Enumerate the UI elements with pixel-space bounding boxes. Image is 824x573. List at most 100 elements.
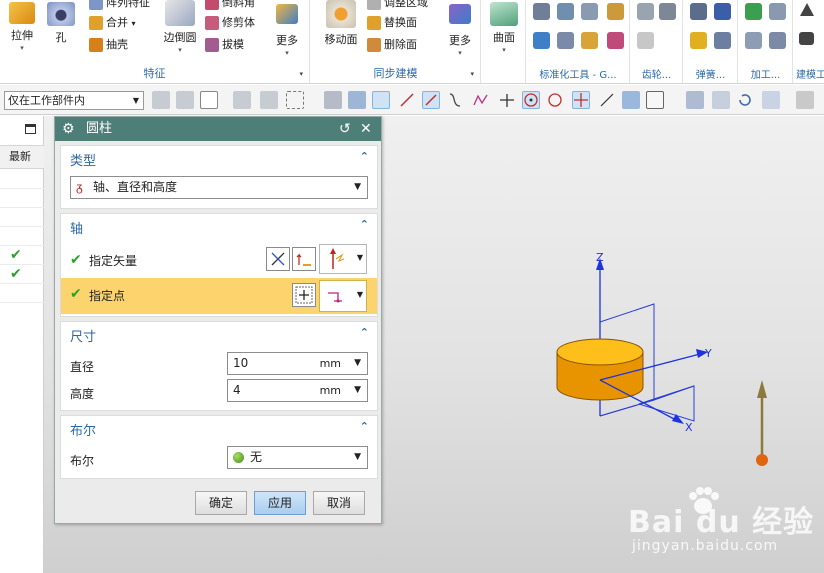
edge-blend-button[interactable]: 边倒圆 ▾ [160,0,200,54]
select-filter-icon[interactable] [200,91,218,109]
draft-button[interactable]: 拔模 [205,36,244,54]
standard-tool-icon[interactable] [557,32,574,49]
close-icon[interactable]: ✕ [360,117,372,141]
chevron-down-icon[interactable]: ▼ [354,353,361,374]
chevron-down-icon[interactable]: ▼ [354,380,361,401]
height-input[interactable]: 4 mm ▼ [227,379,368,402]
gear-tool-icon[interactable] [637,32,654,49]
specify-point-row[interactable]: ✔ 指定点 ▼ [61,278,377,314]
snap-curve-icon[interactable] [446,91,464,109]
standard-tool-icon[interactable] [533,32,550,49]
collapse-icon[interactable]: ⌃ [360,326,369,339]
delete-face-button[interactable]: 删除面 [367,36,417,54]
navigator-row[interactable] [0,227,44,246]
spring-tool-icon[interactable] [690,3,707,20]
navigator-row[interactable]: ✔ [0,265,44,284]
sync-more-button[interactable]: 更多 ▾ [443,0,477,57]
face-select-icon[interactable] [324,91,342,109]
machining-group-title[interactable]: 加工... [739,66,792,81]
refresh-icon[interactable] [736,91,754,109]
snap-tool-icon[interactable] [598,91,616,109]
spring-group-title[interactable]: 弹簧... [684,66,737,81]
vector-dialog-button[interactable] [266,247,290,271]
standard-tool-icon[interactable] [607,3,624,20]
spring-tool-icon[interactable] [690,32,707,49]
standard-tool-icon[interactable] [557,3,574,20]
gear-icon[interactable]: ⚙ [62,117,75,141]
trim-body-button[interactable]: 修剪体 [205,14,255,32]
collapse-icon[interactable]: ⌃ [360,150,369,163]
snap-tool-icon[interactable] [176,91,194,109]
surface-button[interactable]: 曲面 ▾ [486,0,522,54]
gear-group-title[interactable]: 齿轮... [631,66,682,81]
standard-tool-icon[interactable] [533,3,550,20]
snap-tool-icon[interactable] [233,91,251,109]
snap-arc-center-icon[interactable] [522,91,540,109]
pattern-feature-button[interactable]: 阵列特征 [89,0,150,12]
snap-midpoint-icon[interactable] [422,91,440,109]
dialog-titlebar[interactable]: ⚙ 圆柱 ↺ ✕ [55,117,381,141]
chamfer-button[interactable]: 倒斜角 [205,0,255,12]
machining-tool-icon[interactable] [769,32,786,49]
rectangle-select-icon[interactable] [286,91,304,109]
triangle-icon[interactable] [800,3,814,16]
view-tool-icon[interactable] [686,91,704,109]
gear-tool-icon[interactable] [637,3,654,20]
machining-tool-icon[interactable] [769,3,786,20]
reset-icon[interactable]: ↺ [339,117,351,141]
snap-tool-icon[interactable] [260,91,278,109]
navigator-row[interactable] [0,284,44,303]
snap-point-icon[interactable] [572,91,590,109]
type-section-title[interactable]: 类型 [70,150,96,169]
dimensions-section-title[interactable]: 尺寸 [70,326,96,345]
navigator-column-header[interactable]: 最新 [0,145,44,169]
ok-button[interactable]: 确定 [195,491,247,515]
hole-button[interactable]: 孔 [44,0,78,45]
snap-line-icon[interactable] [398,91,416,109]
machining-tool-icon[interactable] [745,3,762,20]
selection-scope-select[interactable]: 仅在工作部件内 ▼ [4,91,144,110]
sync-group-expand[interactable]: ▾ [470,70,474,78]
grid-icon[interactable] [646,91,664,109]
view-tool-icon[interactable] [796,91,814,109]
navigator-row[interactable] [0,208,44,227]
shell-button[interactable]: 抽壳 [89,36,128,54]
standard-tool-icon[interactable] [607,32,624,49]
snap-intersect-icon[interactable] [498,91,516,109]
maximize-icon[interactable] [25,124,36,134]
height-value[interactable]: 4 [233,380,241,401]
view-tool-icon[interactable] [712,91,730,109]
collapse-icon[interactable]: ⌃ [360,420,369,433]
navigator-row[interactable] [0,189,44,208]
collapse-icon[interactable]: ⌃ [360,218,369,231]
snap-polyline-icon[interactable] [472,91,490,109]
extrude-button[interactable]: 拉伸 ▾ [4,0,40,52]
snap-endpoint-icon[interactable] [372,91,390,109]
standard-tool-icon[interactable] [581,32,598,49]
feature-more-button[interactable]: 更多 ▾ [270,0,304,57]
type-select[interactable]: ᵹ 轴、直径和高度 ▼ [70,176,368,199]
reverse-direction-button[interactable] [292,247,316,271]
body-select-icon[interactable] [348,91,366,109]
spring-tool-icon[interactable] [714,3,731,20]
move-face-button[interactable]: 移动面 [319,0,363,47]
point-dialog-button[interactable] [292,283,316,307]
standard-parts-group-title[interactable]: 标准化工具 - G... [527,66,629,81]
machining-tool-icon[interactable] [745,32,762,49]
boolean-select[interactable]: 无 ▼ [227,446,368,469]
diameter-value[interactable]: 10 [233,353,248,374]
snap-tool-icon[interactable] [622,91,640,109]
unite-button[interactable]: 合并 ▾ [89,14,136,32]
boolean-section-title[interactable]: 布尔 [70,420,96,439]
adjust-region-button[interactable]: 调整区域 [367,0,428,12]
snap-tool-icon[interactable] [152,91,170,109]
gear-tool-icon[interactable] [659,3,676,20]
point-type-dropdown[interactable]: ▼ [319,280,367,312]
navigator-row[interactable] [0,170,44,189]
navigator-row[interactable]: ✔ [0,246,44,265]
spring-tool-icon[interactable] [714,32,731,49]
diameter-input[interactable]: 10 mm ▼ [227,352,368,375]
apply-button[interactable]: 应用 [254,491,306,515]
snap-quadrant-icon[interactable] [546,91,564,109]
standard-tool-icon[interactable] [581,3,598,20]
